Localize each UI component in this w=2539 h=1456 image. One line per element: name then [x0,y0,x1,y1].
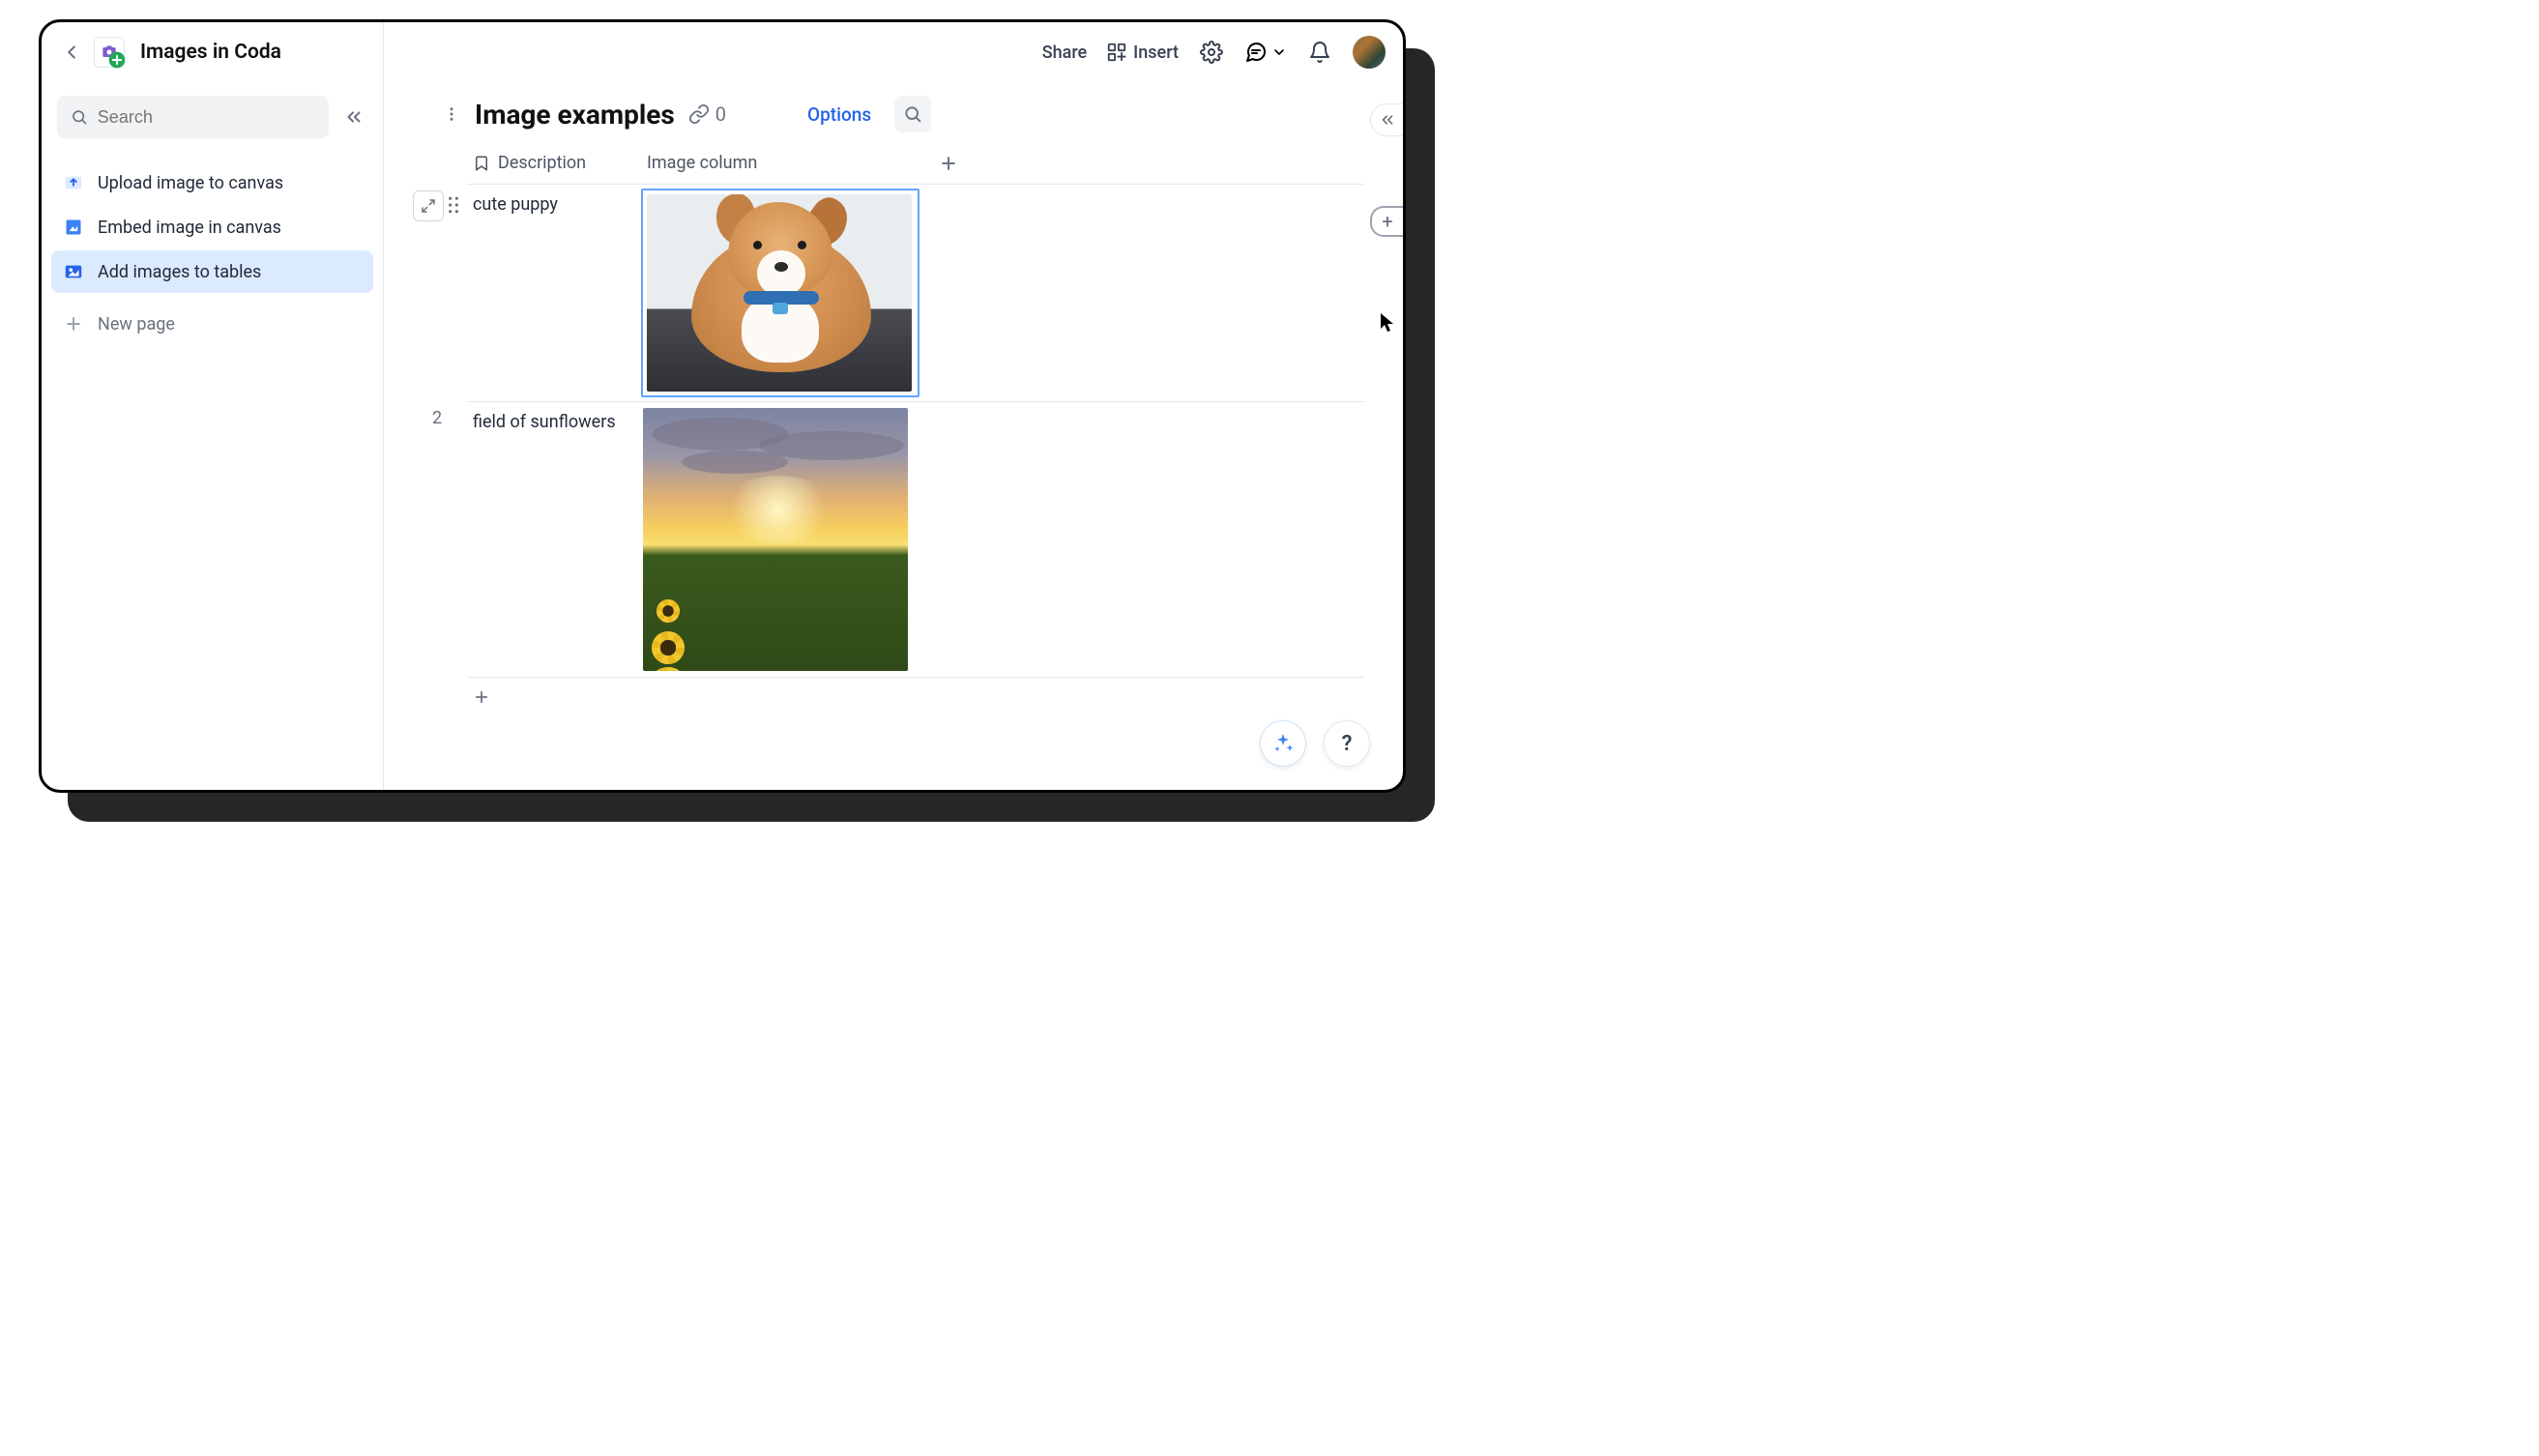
add-comment-button[interactable]: + [1370,206,1403,237]
table-header: Description Image column [467,142,1364,185]
column-label: Image column [647,153,757,173]
table-image-icon [63,261,84,282]
upload-image-icon [63,172,84,193]
table-title[interactable]: Image examples [475,99,675,131]
table-menu-button[interactable] [442,105,461,123]
plus-icon [63,313,84,335]
sidebar-item-label: Upload image to canvas [98,173,283,193]
table-options-button[interactable]: Options [807,103,871,126]
sidebar-item-label: Add images to tables [98,262,261,282]
embed-image-icon [63,217,84,238]
table-search-button[interactable] [894,96,931,132]
drag-handle-icon[interactable] [448,190,459,214]
column-header-description[interactable]: Description [467,153,641,173]
new-page-label: New page [98,314,175,335]
help-button[interactable]: ? [1324,720,1370,767]
link-icon [688,103,710,125]
collapse-sidebar-button[interactable] [340,103,367,131]
image-thumbnail [643,408,908,671]
ai-assistant-button[interactable] [1260,720,1306,767]
link-count-value: 0 [715,102,726,126]
sidebar-item-tables[interactable]: Add images to tables [51,250,373,293]
column-header-image[interactable]: Image column [641,153,919,173]
column-label: Description [498,153,586,173]
sidebar-item-embed[interactable]: Embed image in canvas [51,206,373,248]
search-icon [71,107,88,127]
cell-description[interactable]: cute puppy [467,189,641,220]
table-link-count[interactable]: 0 [688,102,726,126]
data-table: Description Image column [467,142,1364,716]
mouse-cursor-icon [1380,312,1395,334]
sidebar-nav: Upload image to canvas Embed image in ca… [42,154,383,353]
sidebar-item-upload[interactable]: Upload image to canvas [51,161,373,204]
new-page-button[interactable]: New page [51,303,373,345]
cell-image[interactable] [641,406,919,673]
bookmark-icon [473,155,490,172]
table-row[interactable]: cute puppy [467,185,1364,402]
sidebar: Upload image to canvas Embed image in ca… [42,22,384,790]
app-window: Images in Coda Share Insert [39,19,1406,793]
row-gutter [413,185,463,221]
add-row-button[interactable] [467,678,1364,716]
table-row[interactable]: field of sunflowers [467,402,1364,678]
cell-description[interactable]: field of sunflowers [467,406,641,438]
sidebar-item-label: Embed image in canvas [98,218,281,238]
main-content: + Image examples 0 Options [384,22,1403,790]
image-thumbnail [647,194,912,392]
expand-row-button[interactable] [413,190,444,221]
row-index: 2 [432,402,442,428]
cell-image[interactable] [641,189,919,397]
table-block: Image examples 0 Options Description [442,96,1364,716]
search-input-wrap[interactable] [57,96,329,138]
search-input[interactable] [98,107,315,128]
add-column-button[interactable] [919,154,978,173]
collapse-right-panel-button[interactable] [1370,103,1403,136]
